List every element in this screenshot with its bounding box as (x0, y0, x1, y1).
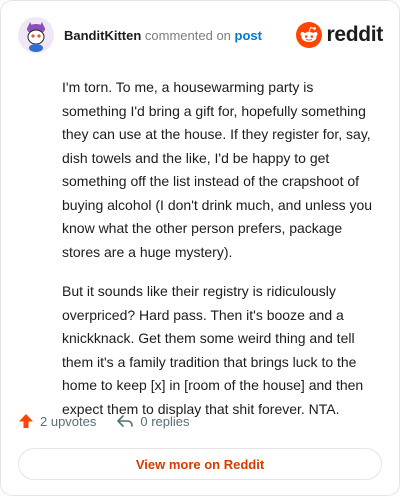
comment-header: BanditKitten commented on post reddit (18, 15, 383, 55)
comment-actions: 2 upvotes 0 replies (18, 413, 190, 429)
view-more-button[interactable]: View more on Reddit (18, 448, 382, 480)
reply-button[interactable]: 0 replies (116, 413, 190, 429)
upvote-count: 2 upvotes (40, 413, 97, 429)
snoo-avatar-icon (18, 17, 54, 53)
comment-paragraph: But it sounds like their registry is rid… (62, 283, 364, 417)
reply-count: 0 replies (140, 413, 190, 429)
reply-arrow-icon (117, 415, 134, 427)
reddit-logo-icon (296, 22, 323, 48)
comment-embed-card: BanditKitten commented on post reddit I'… (0, 0, 400, 496)
comment-body: I'm torn. To me, a housewarming party is… (62, 76, 380, 437)
user-avatar[interactable] (18, 17, 54, 53)
upvote-arrow-icon (19, 414, 33, 428)
commented-on-text: commented on (144, 27, 231, 43)
comment-paragraph: I'm torn. To me, a housewarming party is… (62, 79, 373, 260)
post-link[interactable]: post (235, 28, 262, 43)
upvote-button[interactable]: 2 upvotes (18, 413, 96, 429)
username[interactable]: BanditKitten (64, 28, 141, 43)
reddit-wordmark: reddit (326, 23, 383, 46)
reddit-brand[interactable]: reddit (296, 22, 383, 48)
commenter-line: BanditKitten commented on post (64, 28, 262, 43)
